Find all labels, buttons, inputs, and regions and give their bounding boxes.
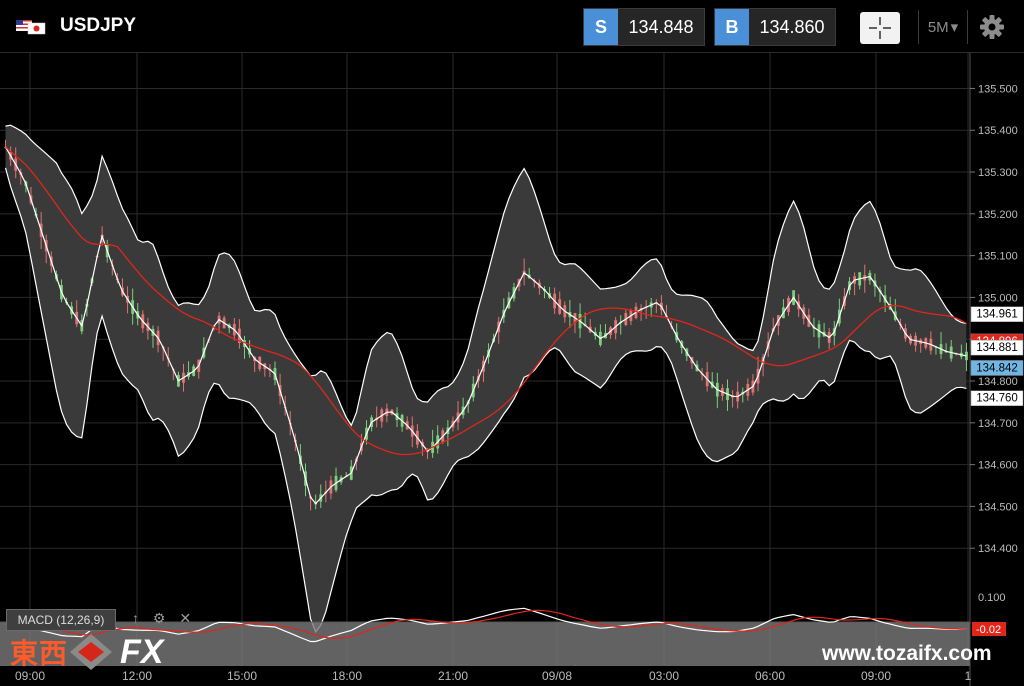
watermark-logo: 東西 FX [10,632,163,672]
time-tick-label: 09/08 [542,669,572,683]
price-tick-label: 135.500 [978,83,1018,95]
time-tick-label: 21:00 [438,669,468,683]
macd-tick-label: 0.100 [978,592,1006,604]
price-chart[interactable]: 135.500 135.400 135.300 135.200 135.100 135.0… [0,0,1024,686]
macd-tick-label: -0.02 [976,624,1001,636]
price-tick-label: 135.000 [978,292,1018,304]
macd-controls: ↑ ⚙ ✕ [132,610,201,627]
price-tick-label: 135.400 [978,125,1018,137]
up-arrow-icon[interactable]: ↑ [132,610,139,626]
gear-icon[interactable]: ⚙ [153,610,166,626]
time-tick-label: 06:00 [755,669,785,683]
watermark-kanji: 東西 [10,638,69,669]
price-tick-label: 134.400 [978,543,1018,555]
price-label-text: 134.961 [976,309,1018,321]
time-tick-label: 15:00 [227,669,257,683]
diamond-logo-icon [70,634,113,670]
price-tick-label: 135.100 [978,251,1018,263]
close-icon[interactable]: ✕ [179,610,191,626]
watermark-url: www.tozaifx.com [822,642,992,665]
price-tick-label: 134.800 [978,376,1018,388]
time-tick-label: 18:00 [332,669,362,683]
time-tick-label: 09:00 [861,669,891,683]
price-labels: 134.961134.896134.881134.842134.760 [970,306,1024,406]
time-tick-label: 1 [965,669,972,683]
price-label-text: 134.881 [976,342,1018,354]
price-tick-label: 134.600 [978,460,1018,472]
price-tick-label: 135.200 [978,209,1018,221]
price-tick-label: 135.300 [978,167,1018,179]
price-label-text: 134.760 [976,393,1018,405]
watermark-fx: FX [120,632,164,671]
macd-indicator-label[interactable]: MACD (12,26,9) [6,609,116,631]
price-tick-label: 134.700 [978,418,1018,430]
bollinger-band-fill [5,125,967,632]
time-tick-label: 03:00 [649,669,679,683]
price-tick-label: 134.500 [978,501,1018,513]
price-label-text: 134.842 [976,362,1018,374]
